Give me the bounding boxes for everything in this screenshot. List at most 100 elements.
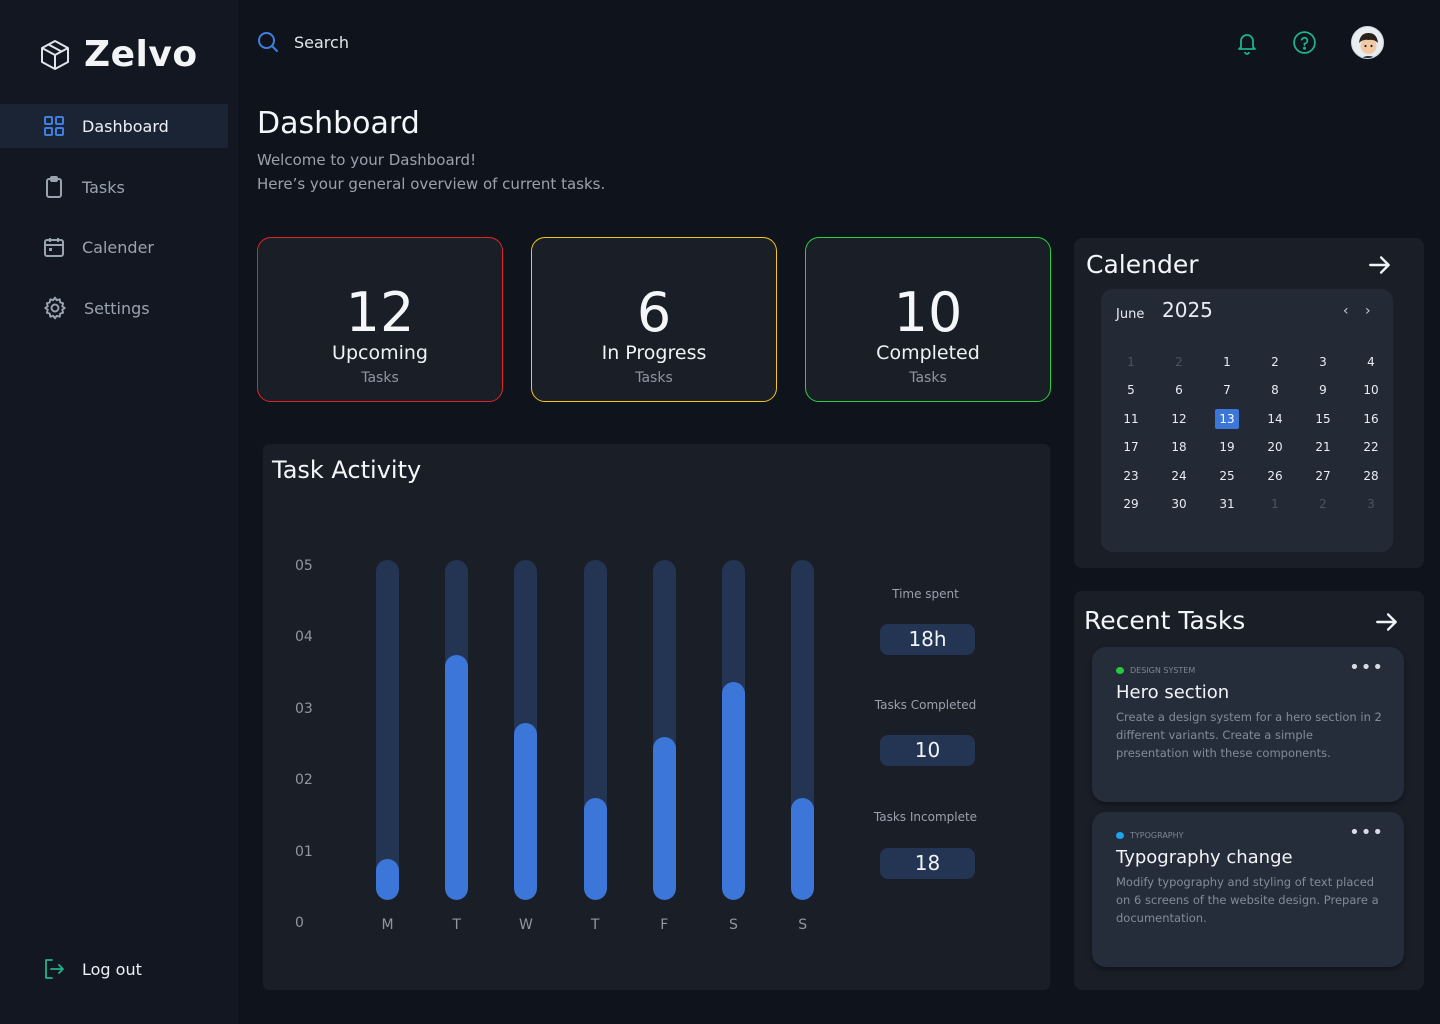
- calendar-day[interactable]: 3: [1347, 493, 1395, 515]
- calendar-prev-button[interactable]: ‹: [1343, 303, 1349, 319]
- task-card[interactable]: DESIGN SYSTEM ••• Hero section Create a …: [1092, 647, 1404, 802]
- bar-5[interactable]: [722, 682, 745, 900]
- calendar-day[interactable]: 16: [1347, 408, 1395, 430]
- stat-sublabel: Tasks: [909, 370, 947, 386]
- task-tag-label: DESIGN SYSTEM: [1130, 666, 1196, 675]
- task-card[interactable]: TYPOGRAPHY ••• Typography change Modify …: [1092, 812, 1404, 967]
- calendar-day-number: 2: [1319, 496, 1327, 511]
- calendar-day[interactable]: 30: [1155, 493, 1203, 515]
- calendar-day-number: 1: [1127, 355, 1135, 369]
- logout-label: Log out: [82, 959, 142, 979]
- calendar-next-button[interactable]: ›: [1365, 303, 1371, 319]
- calendar-day[interactable]: 3: [1299, 351, 1347, 373]
- x-tick-label: F: [660, 917, 669, 933]
- stat-sublabel: Tasks: [361, 370, 399, 386]
- calendar-day[interactable]: 11: [1107, 408, 1155, 430]
- task-description: Create a design system for a hero sectio…: [1116, 710, 1382, 760]
- calendar-day-number: 2: [1271, 355, 1279, 369]
- bar-3[interactable]: [583, 798, 607, 900]
- calendar-day-number: 15: [1315, 411, 1331, 426]
- calendar-day[interactable]: 23: [1107, 465, 1155, 487]
- grid-icon: [44, 116, 64, 136]
- help-button[interactable]: [1292, 30, 1317, 59]
- calendar-day-number: 19: [1219, 440, 1235, 455]
- calendar-day[interactable]: 26: [1251, 465, 1299, 487]
- stat-card-upcoming[interactable]: 12 Upcoming Tasks: [257, 237, 503, 402]
- stat-label: Upcoming: [332, 342, 428, 364]
- cube-logo-icon: [41, 39, 69, 70]
- calendar-day-number: 10: [1363, 383, 1379, 398]
- calendar-day[interactable]: 8: [1251, 379, 1299, 401]
- calendar-day[interactable]: 5: [1107, 379, 1155, 401]
- y-tick-label: 01: [295, 843, 313, 860]
- calendar-day[interactable]: 1: [1107, 351, 1155, 373]
- page-subtitle: Welcome to your Dashboard!: [257, 151, 477, 169]
- sidebar-item-calender[interactable]: Calender: [0, 225, 228, 269]
- task-title: Typography change: [1116, 847, 1293, 868]
- calendar-day[interactable]: 2: [1251, 351, 1299, 373]
- bar-track: [514, 560, 538, 900]
- calendar-week: 17 18 19 20 21 22: [1107, 436, 1395, 464]
- logo[interactable]: Zelvo: [38, 34, 198, 75]
- calendar-day[interactable]: 28: [1347, 465, 1395, 487]
- avatar[interactable]: [1351, 26, 1384, 59]
- calendar-day[interactable]: 2: [1155, 351, 1203, 373]
- calendar-day[interactable]: 4: [1347, 351, 1395, 373]
- calendar-week: 23 24 25 26 27 28: [1107, 465, 1395, 493]
- calendar-day-number: 27: [1315, 468, 1331, 483]
- logout-button[interactable]: Log out: [42, 957, 142, 981]
- search-input[interactable]: [294, 32, 594, 52]
- calendar-day[interactable]: 7: [1203, 379, 1251, 401]
- calendar-day[interactable]: 10: [1347, 379, 1395, 401]
- bar-1[interactable]: [445, 655, 469, 900]
- bar-track: [583, 560, 607, 900]
- avatar-image: [1359, 33, 1378, 58]
- bar-4[interactable]: [652, 736, 676, 900]
- calendar-day[interactable]: 24: [1155, 465, 1203, 487]
- x-tick-label: T: [590, 917, 600, 933]
- search-icon: [258, 32, 278, 52]
- bar-2[interactable]: [514, 723, 538, 900]
- calendar-day[interactable]: 14: [1251, 408, 1299, 430]
- notifications-button[interactable]: [1235, 30, 1259, 60]
- calendar-day[interactable]: 1: [1251, 493, 1299, 515]
- calendar-day[interactable]: 12: [1155, 408, 1203, 430]
- stat-card-in-progress[interactable]: 6 In Progress Tasks: [531, 237, 777, 402]
- calendar-day[interactable]: 1: [1203, 351, 1251, 373]
- calendar-day[interactable]: 15: [1299, 408, 1347, 430]
- calendar-day[interactable]: 18: [1155, 436, 1203, 458]
- metric-title: Tasks Completed: [874, 698, 977, 712]
- calendar-day[interactable]: 17: [1107, 436, 1155, 458]
- calendar-day[interactable]: 6: [1155, 379, 1203, 401]
- calendar-day[interactable]: 20: [1251, 436, 1299, 458]
- calendar-day[interactable]: 29: [1107, 493, 1155, 515]
- calendar-day-number: 28: [1363, 468, 1379, 483]
- calendar-open-button[interactable]: [1367, 252, 1393, 282]
- panel-title: Calender: [1086, 250, 1199, 279]
- calendar-day-number: 6: [1175, 383, 1183, 398]
- calendar-day[interactable]: 27: [1299, 465, 1347, 487]
- recent-tasks-panel: Recent Tasks DESIGN SYSTEM ••• Hero sect…: [1074, 591, 1424, 990]
- calendar-day-number: 20: [1267, 440, 1283, 455]
- y-tick-label: 05: [295, 558, 313, 574]
- sidebar-item-settings[interactable]: Settings: [0, 286, 228, 330]
- calendar-day[interactable]: 19: [1203, 436, 1251, 458]
- calendar-day[interactable]: 13: [1203, 408, 1251, 430]
- stat-card-completed[interactable]: 10 Completed Tasks: [805, 237, 1051, 402]
- calendar-day-number: 4: [1367, 355, 1375, 369]
- bar-6[interactable]: [791, 798, 815, 900]
- calendar-day-number: 5: [1127, 383, 1135, 398]
- calendar-day[interactable]: 2: [1299, 493, 1347, 515]
- more-options-icon[interactable]: •••: [1349, 657, 1384, 678]
- more-options-icon[interactable]: •••: [1349, 822, 1384, 843]
- sidebar-item-dashboard[interactable]: Dashboard: [0, 104, 228, 148]
- calendar-day[interactable]: 9: [1299, 379, 1347, 401]
- calendar-day[interactable]: 21: [1299, 436, 1347, 458]
- bar-0[interactable]: [376, 859, 399, 900]
- recent-tasks-open-button[interactable]: [1374, 609, 1400, 639]
- calendar-day[interactable]: 25: [1203, 465, 1251, 487]
- calendar-day-number: 17: [1123, 440, 1139, 455]
- calendar-day[interactable]: 22: [1347, 436, 1395, 458]
- calendar-day[interactable]: 31: [1203, 493, 1251, 515]
- sidebar-item-tasks[interactable]: Tasks: [0, 165, 228, 209]
